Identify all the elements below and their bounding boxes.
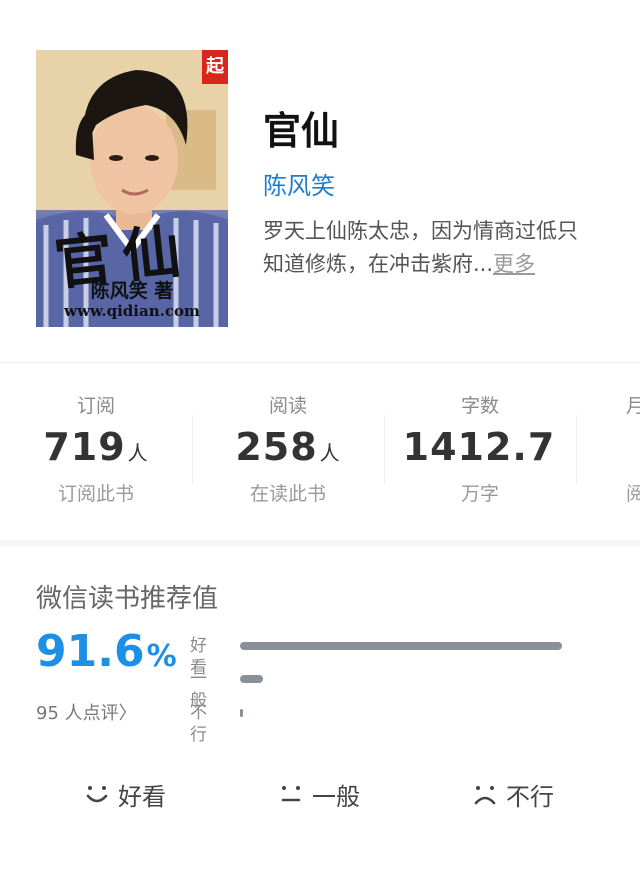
stat-value: 719 人 (43, 425, 149, 469)
stat-reading[interactable]: 阅读 258 人 在读此书 (192, 375, 384, 525)
stat-sub: 万字 (460, 483, 499, 505)
stat-label: 月 (626, 395, 640, 417)
bar-fill (240, 709, 243, 717)
divider (0, 362, 640, 363)
recommend-score: 91.6% (36, 626, 177, 677)
stat-subscribe[interactable]: 订阅 719 人 订阅此书 (0, 375, 192, 525)
cover-badge: 起 (202, 50, 228, 84)
rate-average-button[interactable]: 一般 (278, 774, 360, 814)
rate-good-button[interactable]: 好看 (84, 774, 166, 814)
bar-fill (240, 675, 263, 683)
book-author-link[interactable]: 陈风笑 (263, 166, 335, 201)
book-intro: 罗天上仙陈太忠，因为情商过低只知道修炼，在冲击紫府...更多 (263, 215, 593, 281)
stat-partial[interactable]: 月 阅 (576, 375, 640, 525)
stat-label: 订阅 (76, 395, 115, 417)
cover-author-text: 陈风笑 著 (90, 280, 174, 302)
rate-good-label: 好看 (118, 782, 166, 811)
stat-label: 字数 (460, 395, 499, 417)
book-title: 官仙 (263, 108, 340, 153)
stat-value: 1412.7 (402, 425, 556, 469)
bar-label: 不行 (190, 703, 207, 745)
more-link[interactable]: 更多 (493, 252, 535, 276)
neutral-face-icon (281, 786, 301, 802)
stats-row: 订阅 719 人 订阅此书 阅读 258 人 在读此书 字数 1412.7 万字 月… (0, 375, 640, 540)
review-count-link[interactable]: 95 人点评〉 (36, 699, 137, 725)
rate-bad-label: 不行 (506, 782, 554, 811)
stat-sub: 在读此书 (249, 483, 326, 505)
section-divider (0, 540, 640, 546)
stat-sub: 阅 (626, 483, 640, 505)
rate-bad-button[interactable]: 不行 (472, 774, 554, 814)
stat-value: 258 人 (235, 425, 341, 469)
smile-icon (86, 786, 108, 803)
stat-sub: 订阅此书 (57, 483, 134, 505)
recommend-title: 微信读书推荐值 (36, 584, 219, 614)
stat-label: 阅读 (268, 395, 307, 417)
cover-url-text: www.qidian.com (64, 302, 200, 320)
stat-word-count[interactable]: 字数 1412.7 万字 (384, 375, 576, 525)
frown-icon (474, 786, 496, 805)
bar-fill (240, 642, 562, 650)
rate-average-label: 一般 (312, 782, 360, 811)
book-cover[interactable]: 起 官仙 陈风笑 著 www.qidian.com (36, 50, 228, 327)
